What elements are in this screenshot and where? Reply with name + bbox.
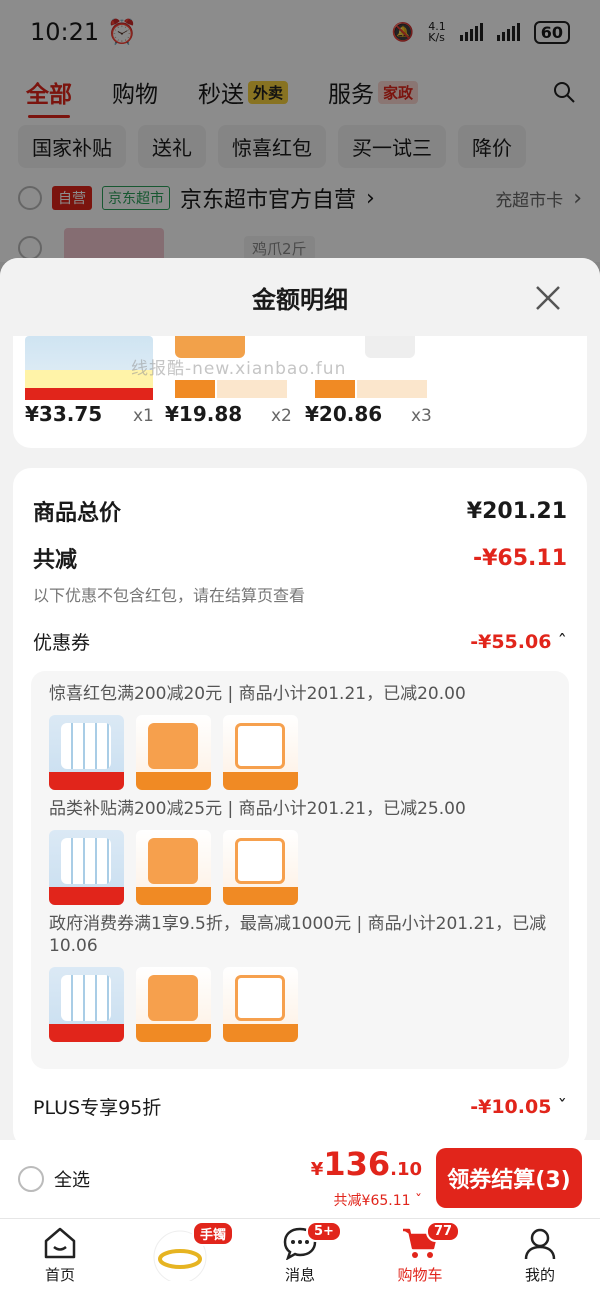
coupon-row[interactable]: 优惠券 -¥55.06 ˆ [33, 628, 567, 655]
profile-icon [524, 1228, 556, 1260]
tab-promo[interactable]: 手镯 [120, 1219, 240, 1295]
discount-note: 以下优惠不包含红包，请在结算页查看 [33, 586, 306, 605]
item-qty: x2 [271, 406, 292, 426]
watermark: 线报酷-new.xianbao.fun [131, 359, 347, 379]
checkout-button[interactable]: 领券结算(3) [436, 1148, 582, 1208]
bottom-tab-bar: 首页 手镯 消息 5+ 购物车 77 我的 [0, 1218, 600, 1295]
sheet-title: 金额明细 [252, 285, 348, 314]
product-thumb [223, 967, 298, 1042]
item-price: ¥20.86 [305, 402, 383, 426]
list-item: ¥33.75 x1 [25, 336, 155, 448]
promo-text: 惊喜红包满200减20元 | 商品小计201.21，已减20.00 [49, 684, 466, 704]
list-item: ¥19.88 x2 [165, 336, 295, 448]
tab-me-label: 我的 [524, 1266, 555, 1284]
total-price: ¥136.10 共减¥65.11 ˇ [311, 1148, 422, 1210]
close-icon[interactable] [534, 284, 562, 312]
message-badge: 5+ [306, 1221, 342, 1242]
total-label: 商品总价 [33, 501, 122, 526]
plus-label: PLUS专享95折 [33, 1097, 162, 1119]
product-thumb [223, 830, 298, 905]
product-thumb [49, 715, 124, 790]
tab-cart[interactable]: 购物车 77 [360, 1219, 480, 1295]
amount-detail-sheet: 金额明细 ¥33.75 x1 ¥19.88 x2 ¥20.86 x3 线报酷-n… [0, 258, 600, 1140]
cart-badge: 77 [426, 1221, 461, 1242]
plus-row[interactable]: PLUS专享95折 -¥10.05 ˇ [33, 1093, 567, 1120]
product-thumb [49, 967, 124, 1042]
select-all-checkbox[interactable] [18, 1166, 44, 1192]
currency-symbol: ¥ [310, 1159, 324, 1180]
chevron-down-icon: ˇ [415, 1193, 422, 1209]
item-list: ¥33.75 x1 ¥19.88 x2 ¥20.86 x3 线报酷-new.xi… [13, 336, 587, 448]
tab-me[interactable]: 我的 [480, 1219, 600, 1295]
product-thumb [136, 715, 211, 790]
product-thumb [223, 715, 298, 790]
item-price: ¥33.75 [25, 402, 103, 426]
list-item: ¥20.86 x3 [305, 336, 435, 448]
select-all-label: 全选 [54, 1170, 90, 1191]
price-summary: 商品总价 ¥201.21 共减 -¥65.11 以下优惠不包含红包，请在结算页查… [13, 468, 587, 1140]
tab-cart-label: 购物车 [397, 1266, 443, 1284]
total-yuan: 136 [323, 1145, 391, 1183]
total-value: ¥201.21 [466, 498, 567, 524]
discount-label: 共减 [33, 548, 78, 573]
product-thumb [49, 830, 124, 905]
plus-value: -¥10.05 [470, 1095, 552, 1118]
saved-text: 共减¥65.11 [333, 1193, 411, 1209]
coupon-value: -¥55.06 [470, 630, 552, 653]
item-price: ¥19.88 [165, 402, 243, 426]
tab-messages-label: 消息 [284, 1266, 315, 1284]
tab-home[interactable]: 首页 [0, 1219, 120, 1295]
product-thumb [136, 967, 211, 1042]
discount-value: -¥65.11 [472, 545, 567, 571]
home-icon [44, 1227, 76, 1259]
chevron-up-icon: ˆ [557, 630, 568, 653]
promo-text: 政府消费券满1享9.5折，最高减1000元 | 商品小计201.21，已减10.… [49, 914, 547, 956]
promo-text: 品类补贴满200减25元 | 商品小计201.21，已减25.00 [49, 799, 466, 819]
coupon-detail-panel: 惊喜红包满200减20元 | 商品小计201.21，已减20.00 品类补贴满2… [31, 671, 569, 1069]
checkout-bar: 全选 ¥136.10 共减¥65.11 ˇ 领券结算(3) [0, 1140, 600, 1218]
coupon-label: 优惠券 [33, 632, 91, 654]
chevron-down-icon: ˇ [557, 1095, 568, 1118]
item-qty: x3 [411, 406, 432, 426]
total-cents: .10 [390, 1159, 422, 1180]
product-thumb [136, 830, 211, 905]
tab-messages[interactable]: 消息 5+ [240, 1219, 360, 1295]
saved-amount[interactable]: 共减¥65.11 ˇ [311, 1190, 422, 1210]
bracelet-badge: 手镯 [192, 1221, 235, 1246]
tab-home-label: 首页 [44, 1266, 75, 1284]
item-qty: x1 [133, 406, 154, 426]
